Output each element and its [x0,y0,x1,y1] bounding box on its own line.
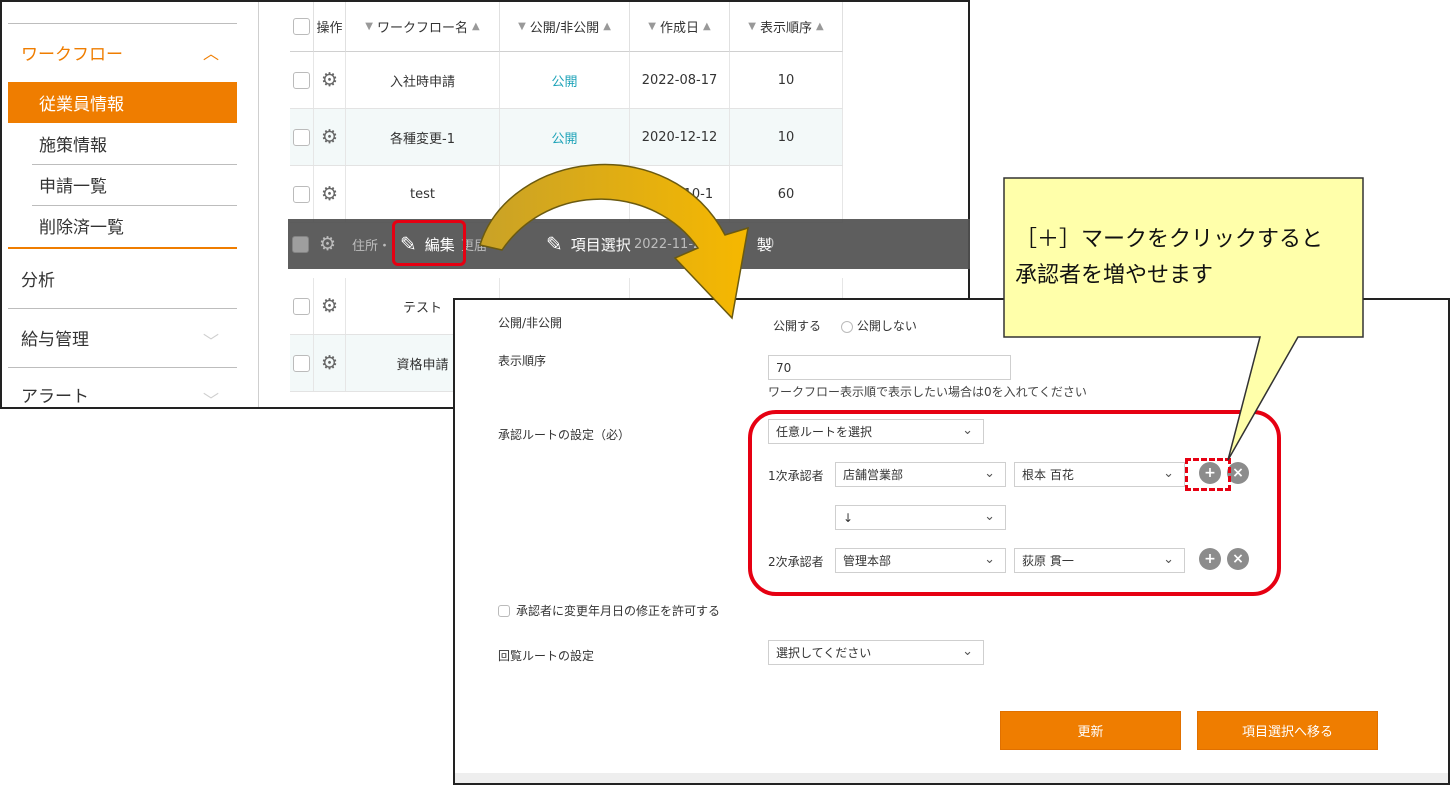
row-checkbox[interactable] [293,297,310,315]
radio-circle [840,320,853,333]
sidebar-item-employee-info[interactable]: 従業員情報 [8,82,237,123]
update-button[interactable]: 更新 [1000,711,1181,750]
header-label: ワークフロー名 [376,21,468,36]
content-divider [258,2,259,407]
sidebar-section-label: ワークフロー [21,44,123,65]
sort-desc-icon: ▼ [365,21,373,32]
publish-status: 公開 [551,74,578,90]
header-created[interactable]: ▼ 作成日 ▲ [630,2,730,52]
sort-desc-icon: ▼ [748,21,756,32]
header-label: 操作 [316,21,343,36]
select-value: 選択してください [776,646,872,660]
order-input[interactable]: 70 [768,355,1011,380]
edit-highlight-box [392,220,466,266]
route-label: 承認ルートの設定（必） [498,428,631,442]
chevron-down-icon: ﹀ [202,332,219,351]
circulation-label: 回覧ルートの設定 [498,649,595,663]
allow-modify-checkbox[interactable]: 承認者に変更年月日の修正を許可する [498,602,720,619]
header-publish[interactable]: ▼ 公開/非公開 ▲ [500,2,630,52]
sort-asc-icon: ▲ [703,21,711,32]
row-checkbox[interactable] [293,354,310,372]
workflow-name: 住所・ [352,238,392,254]
curved-arrow-icon [479,163,749,320]
header-checkbox-cell [290,2,314,52]
table-row: ⚙ 入社時申請 公開 2022-08-17 10 [290,52,843,109]
sort-asc-icon: ▲ [472,21,480,32]
row-checkbox[interactable] [293,185,310,203]
workflow-name: テスト [402,300,442,316]
sidebar-item-label: 従業員情報 [39,95,124,115]
header-label: 表示順序 [759,21,812,36]
chevron-up-icon: ︿ [202,44,219,63]
checkbox-box [498,604,510,617]
display-order: 10 [777,72,795,88]
header-label: 公開/非公開 [529,21,600,36]
radio-label: 公開しない [856,319,917,333]
sidebar-item-measures[interactable]: 施策情報 [8,123,237,164]
gear-icon[interactable]: ⚙ [321,69,338,91]
checkbox-label: 承認者に変更年月日の修正を許可する [516,604,721,618]
publish-radio-group: 公開する 公開しない [773,317,917,334]
radio-label: 公開する [773,319,822,333]
gear-icon[interactable]: ⚙ [321,126,338,148]
display-order: 10 [777,129,795,145]
row-checkbox[interactable] [292,236,309,253]
display-order: 60 [777,186,795,202]
sort-desc-icon: ▼ [648,21,656,32]
header-name[interactable]: ▼ ワークフロー名 ▲ [346,2,500,52]
sidebar-section-alert[interactable]: アラート ﹀ [8,365,237,409]
gear-icon[interactable]: ⚙ [321,352,338,374]
sort-asc-icon: ▲ [603,21,611,32]
header-label: 作成日 [659,21,699,36]
callout-line: 承認者を増やせます [1015,263,1214,288]
sidebar-item-label: 削除済一覧 [39,218,124,238]
sort-desc-icon: ▼ [518,21,526,32]
sidebar-section-label: 給与管理 [21,329,89,350]
sidebar-section-analysis[interactable]: 分析 [8,249,237,307]
gear-icon[interactable]: ⚙ [319,219,336,269]
chevron-down-icon: ⌄ [962,644,973,659]
workflow-name: 資格申請 [396,357,449,373]
callout-line: ［＋］マークをクリックすると [1015,227,1324,252]
sidebar: ワークフロー ︿ 従業員情報 施策情報 申請一覧 削除済一覧 分析 給与管理 ﹀… [8,2,237,409]
row-checkbox[interactable] [293,128,310,146]
publish-off-radio[interactable]: 公開しない [840,319,917,333]
publish-on-radio[interactable]: 公開する [773,319,821,333]
circulation-select[interactable]: 選択してください ⌄ [768,640,984,665]
created-date: 2022-08-17 [641,72,718,88]
form-footer-strip [455,773,1448,783]
callout-text: ［＋］マークをクリックすると 承認者を増やせます [1015,222,1355,294]
row-checkbox[interactable] [293,71,310,89]
callout-bubble [1003,177,1364,461]
workflow-name: test [410,186,435,202]
sidebar-section-workflow[interactable]: ワークフロー ︿ [8,23,237,81]
select-all-checkbox[interactable] [293,18,310,35]
header-action: 操作 [314,2,346,52]
go-to-select-items-button[interactable]: 項目選択へ移る [1197,711,1378,750]
gear-icon[interactable]: ⚙ [321,295,338,317]
sidebar-item-label: 施策情報 [39,136,107,156]
sidebar-item-deleted-list[interactable]: 削除済一覧 [8,205,237,246]
order-label: 表示順序 [498,354,547,368]
sort-asc-icon: ▲ [816,21,824,32]
header-order[interactable]: ▼ 表示順序 ▲ [730,2,843,52]
workflow-name: 入社時申請 [389,74,455,90]
sidebar-item-label: 申請一覧 [39,177,107,197]
sidebar-section-payroll[interactable]: 給与管理 ﹀ [8,308,237,366]
workflow-name: 各種変更-1 [390,131,455,147]
sidebar-section-label: 分析 [21,270,55,291]
sidebar-section-label: アラート [21,386,89,407]
sidebar-item-request-list[interactable]: 申請一覧 [8,164,237,205]
gear-icon[interactable]: ⚙ [321,183,338,205]
chevron-down-icon: ﹀ [202,391,219,409]
